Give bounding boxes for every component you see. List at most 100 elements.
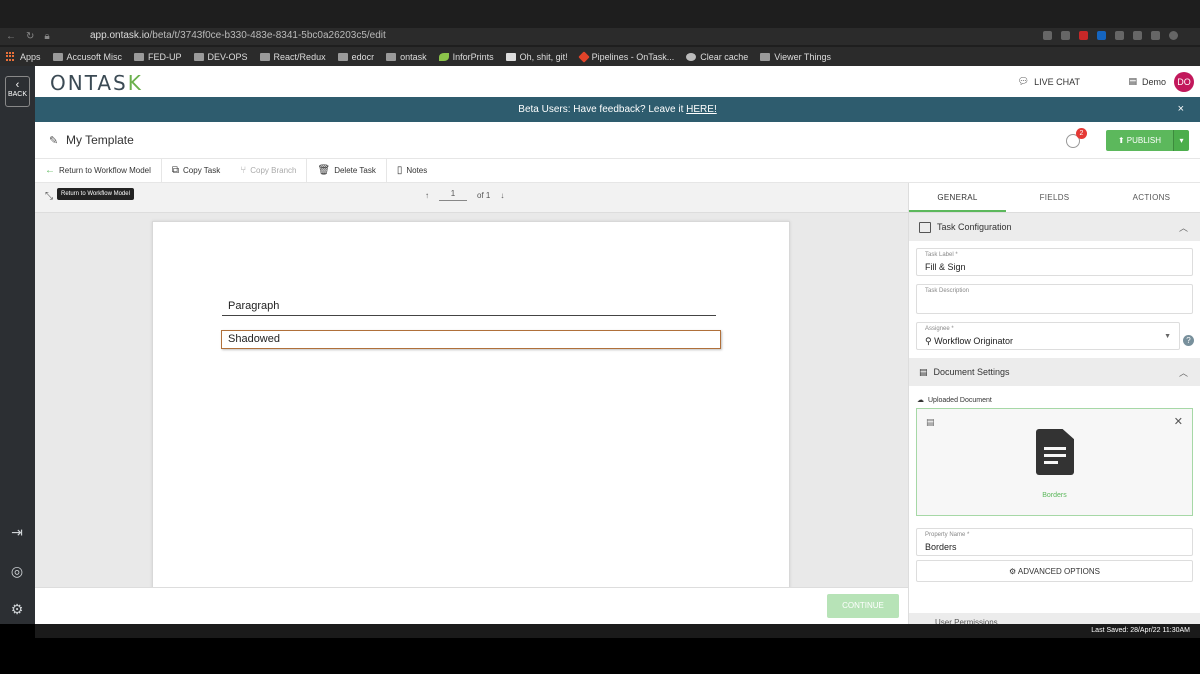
task-label-field[interactable]: Task Label * Fill & Sign [916,248,1193,276]
page-navigator: ↑ 1 of 1 ↓ [425,189,504,201]
continue-button[interactable]: CONTINUE [827,594,899,618]
close-icon[interactable]: × [1178,97,1184,122]
tab-general[interactable]: GENERAL [909,183,1006,212]
caret-down-icon: ▼ [1164,333,1171,340]
help-icon[interactable]: ? [1183,335,1194,346]
url-bar[interactable]: app.ontask.io/beta/t/3743f0ce-b330-483e-… [90,30,386,41]
avatar[interactable]: DO [1174,72,1194,92]
extension-icon[interactable] [1115,31,1124,40]
bookmark-link[interactable]: InforPrints [438,52,494,62]
folder-icon [193,52,204,61]
cloud-upload-icon: ☁ [917,397,924,404]
arrow-up-icon[interactable]: ↑ [425,191,429,200]
delete-task-button[interactable]: 🗑︎ Delete Task [307,158,387,183]
advanced-options-button[interactable]: ⚙ ADVANCED OPTIONS [916,560,1193,582]
url-bar-row: ← ↻ 🔒︎ app.ontask.io/beta/t/3743f0ce-b33… [0,28,1200,45]
task-settings-panel: GENERAL FIELDS ACTIONS Task Configuratio… [908,183,1200,624]
folder-icon [259,52,270,61]
help-lifebuoy-icon[interactable]: ◎ [9,563,25,579]
bookmark-folder[interactable]: React/Redux [259,52,326,62]
bookmark-link[interactable]: Pipelines - OnTask... [578,50,674,63]
close-icon[interactable]: ✕ [1174,415,1183,428]
document-viewer: Paragraph Shadowed [35,213,908,587]
notes-button[interactable]: ▯ Notes [387,159,437,183]
task-configuration-header[interactable]: Task Configuration ︿ [909,213,1200,241]
return-to-workflow-button[interactable]: ← Return to Workflow Model [35,158,162,183]
profile-icon[interactable] [1169,31,1178,40]
bookmark-folder[interactable]: Accusoft Misc [52,52,122,62]
notification-badge: 2 [1076,128,1087,139]
viewer-footer: CONTINUE [35,587,908,624]
feedback-link[interactable]: HERE! [686,104,717,115]
browser-chrome: ← ↻ 🔒︎ app.ontask.io/beta/t/3743f0ce-b33… [0,0,1200,47]
calendar-gear-icon [919,221,931,233]
document-icon: ▤ [919,366,928,377]
reload-icon[interactable]: ↻ [26,31,34,42]
copy-branch-button[interactable]: ⑂ Copy Branch [230,158,308,183]
extension-icon[interactable] [1079,31,1088,40]
back-arrow-icon[interactable]: ← [6,31,16,42]
bookmark-folder[interactable]: Viewer Things [760,52,831,62]
org-selector[interactable]: ▤ Demo [1128,76,1166,87]
pencil-icon[interactable]: ✎ [49,134,58,147]
beta-feedback-banner: Beta Users: Have feedback? Leave it HERE… [35,97,1200,122]
gear-icon[interactable]: ⚙ [9,601,25,617]
bookmark-link[interactable]: Oh, shit, git! [505,52,568,62]
logout-icon[interactable]: ⇥ [9,524,25,540]
bookmark-folder[interactable]: edocr [337,52,374,62]
bookmark-folder[interactable]: DEV-OPS [193,52,248,62]
shadowed-field[interactable]: Shadowed [221,330,721,349]
page-number-input[interactable]: 1 [439,189,467,201]
copy-task-button[interactable]: ⧉ Copy Task [162,159,230,183]
page-title[interactable]: My Template [66,133,134,147]
task-configuration-form: Task Label * Fill & Sign Task Descriptio… [909,241,1200,350]
extension-icon[interactable] [1043,31,1052,40]
trash-icon: 🗑︎ [317,165,331,176]
publish-button[interactable]: ⬆ PUBLISH [1105,130,1173,151]
back-button[interactable]: ‹ BACK [5,76,30,107]
tab-fields[interactable]: FIELDS [1006,183,1103,212]
bookmark-link[interactable]: Clear cache [686,52,748,62]
document-settings-header[interactable]: ▤ Document Settings ︿ [909,358,1200,386]
browser-nav: ← ↻ 🔒︎ [6,28,50,45]
url-path: /beta/t/3743f0ce-b330-483e-8341-5bc0a262… [149,30,386,41]
task-description-field[interactable]: Task Description [916,284,1193,314]
folder-icon [52,52,63,61]
property-form: Property Name * Borders [909,516,1200,556]
panel-tabs: GENERAL FIELDS ACTIONS [909,183,1200,213]
publish-dropdown-button[interactable]: ▾ [1173,130,1189,151]
tooltip: Return to Workflow Model [57,188,134,200]
extension-icon[interactable] [1133,31,1142,40]
paragraph-field[interactable]: Paragraph [222,298,716,316]
user-permissions-header[interactable]: User Permissions [909,613,1200,624]
live-chat-button[interactable]: 💬︎ LIVE CHAT [1018,76,1080,87]
arrow-down-icon[interactable]: ↓ [500,191,504,200]
chevron-down-icon: ▾ [1179,136,1184,145]
property-name-field[interactable]: Property Name * Borders [916,528,1193,556]
template-title-bar: ✎ My Template 2 ⬆ PUBLISH ▾ [35,122,1200,159]
extension-icon[interactable] [1097,31,1106,40]
page-total: of 1 [477,190,491,200]
assignee-select[interactable]: Assignee * ⚲ Workflow Originator ▼ [916,322,1180,350]
folder-icon [760,52,771,61]
folder-icon [337,52,348,61]
bookmark-apps[interactable]: Apps [6,51,41,62]
screen-letterbox [0,638,1200,674]
bookmark-folder[interactable]: ontask [386,52,427,62]
copy-icon: ⧉ [171,165,180,176]
document-page: Paragraph Shadowed [152,221,790,587]
ontask-logo[interactable]: ONTASK [50,71,143,95]
tab-actions[interactable]: ACTIONS [1103,183,1200,212]
leaf-icon [438,52,449,61]
uploaded-document-card[interactable]: ▤ ✕ Borders [916,408,1193,516]
extension-icon[interactable] [1061,31,1070,40]
collapse-arrows-icon[interactable]: ⤡ [45,191,53,202]
globe-icon [686,52,697,61]
bookmark-folder[interactable]: FED-UP [134,52,182,62]
lock-icon: 🔒︎ [44,31,50,42]
bookmarks-bar: Apps Accusoft Misc FED-UP DEV-OPS React/… [0,47,1200,66]
uploaded-file-name[interactable]: Borders [917,492,1192,499]
extension-icon[interactable] [1151,31,1160,40]
hashtag-icon [505,52,516,61]
folder-icon [386,52,397,61]
